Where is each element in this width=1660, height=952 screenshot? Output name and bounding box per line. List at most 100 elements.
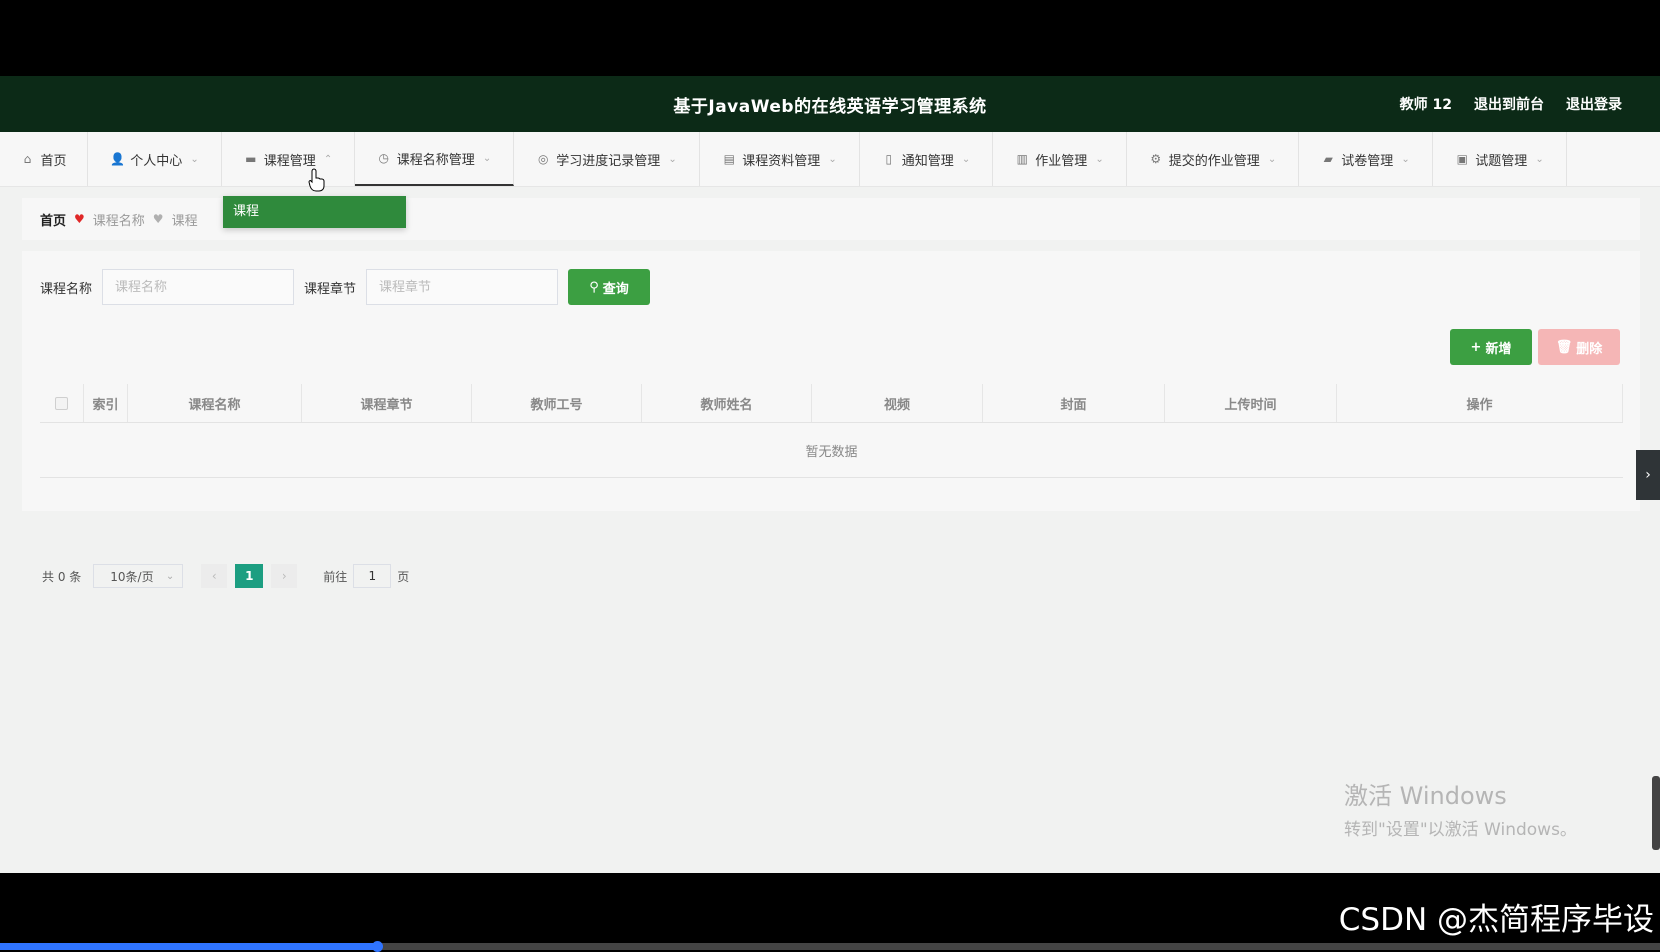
nav-item-course-name[interactable]: ◷ 课程名称管理 ⌄: [355, 132, 514, 186]
logout-link[interactable]: 退出登录: [1566, 94, 1622, 114]
empty-state: 暂无数据: [40, 423, 1623, 478]
course-name-label: 课程名称: [40, 281, 93, 297]
app-page: 基于JavaWeb的在线英语学习管理系统 教师 12 退出到前台 退出登录 ⌂ …: [0, 76, 1660, 873]
next-page-button[interactable]: ›: [271, 564, 298, 588]
chevron-down-icon: ⌄: [190, 153, 199, 165]
column-header[interactable]: 课程章节: [302, 384, 472, 422]
content-card: 课程名称 课程章节 ⚲ 查询 + 新增 🗑 删除 索引 课程名称 课程章节 教师…: [22, 251, 1640, 588]
video-progress-fill: [0, 943, 377, 950]
top-header: 基于JavaWeb的在线英语学习管理系统 教师 12 退出到前台 退出登录: [0, 76, 1660, 132]
chevron-up-icon: ⌃: [323, 153, 333, 165]
side-expand-tab[interactable]: ›: [1636, 450, 1660, 500]
page-size-value: 10条/页: [110, 569, 154, 584]
side-scroll-handle[interactable]: [1652, 776, 1660, 850]
nav-item-materials[interactable]: ▤ 课程资料管理 ⌄: [700, 132, 860, 186]
breadcrumb-item: 课程: [171, 213, 198, 229]
nav-label: 首页: [40, 153, 67, 169]
goto-page-input[interactable]: 1: [353, 564, 392, 588]
search-button-label: 查询: [602, 281, 629, 297]
page-suffix: 页: [397, 569, 410, 584]
plus-icon: +: [1470, 339, 1482, 355]
chevron-down-icon: ⌄: [1095, 153, 1104, 165]
nav-item-notice[interactable]: ▯ 通知管理 ⌄: [860, 132, 993, 186]
search-button[interactable]: ⚲ 查询: [568, 269, 651, 305]
breadcrumb-item[interactable]: 课程名称: [93, 210, 145, 229]
current-user-label: 教师 12: [1399, 97, 1452, 113]
chevron-down-icon: ⌄: [828, 153, 837, 165]
message-icon: ▰: [1323, 152, 1333, 166]
csdn-watermark: CSDN @杰简程序毕设: [1338, 902, 1654, 938]
nav-item-submitted-homework[interactable]: ⚙ 提交的作业管理 ⌄: [1127, 132, 1299, 186]
column-header[interactable]: 教师姓名: [642, 384, 812, 422]
delete-button[interactable]: 🗑 删除: [1538, 329, 1620, 365]
course-chapter-label: 课程章节: [304, 281, 357, 297]
briefcase-icon: ▤: [723, 152, 735, 166]
header-links: 教师 12 退出到前台 退出登录: [1400, 94, 1622, 114]
column-header[interactable]: 封面: [983, 384, 1165, 422]
heart-icon: ♥: [74, 212, 85, 226]
video-progress-handle[interactable]: [371, 941, 383, 952]
nav-label: 提交的作业管理: [1168, 153, 1260, 169]
back-to-front-link[interactable]: 退出到前台: [1474, 94, 1544, 114]
delete-button-label: 删除: [1576, 341, 1603, 357]
total-count: 共 0 条: [42, 569, 82, 584]
chevron-right-icon: ›: [1645, 467, 1651, 483]
nav-label: 学习进度记录管理: [556, 153, 661, 169]
nav-label: 试题管理: [1475, 153, 1528, 169]
course-name-input[interactable]: [102, 269, 295, 305]
watermark-line1: 激活 Windows: [1344, 782, 1507, 810]
nav-label: 课程管理: [263, 153, 316, 169]
chevron-down-icon: ⌄: [1267, 153, 1277, 165]
data-table: 索引 课程名称 课程章节 教师工号 教师姓名 视频 封面 上传时间 操作 暂无数…: [40, 384, 1623, 478]
chevron-down-icon: ⌄: [165, 570, 175, 582]
nav-label: 课程名称管理: [396, 152, 475, 168]
hand-cursor-icon: [308, 168, 325, 192]
breadcrumb-home[interactable]: 首页: [40, 210, 66, 229]
column-header[interactable]: 课程名称: [128, 384, 302, 422]
nav-label: 个人中心: [130, 153, 183, 169]
column-header[interactable]: 教师工号: [472, 384, 642, 422]
search-bar: 课程名称 课程章节 ⚲ 查询: [40, 269, 651, 305]
page-number-current[interactable]: 1: [235, 564, 264, 588]
nav-item-paper[interactable]: ▰ 试卷管理 ⌄: [1299, 132, 1433, 186]
nav-item-home[interactable]: ⌂ 首页: [0, 132, 88, 186]
bell-icon: ▯: [885, 152, 893, 166]
heart-icon: ♥: [152, 212, 164, 226]
page-size-select[interactable]: 10条/页 ⌄: [93, 564, 184, 588]
course-chapter-input[interactable]: [366, 269, 559, 305]
home-icon: ⌂: [23, 152, 32, 166]
nav-item-profile[interactable]: 👤 个人中心 ⌄: [88, 132, 222, 186]
video-progress-bar[interactable]: [0, 941, 1660, 952]
nav-item-progress[interactable]: ◎ 学习进度记录管理 ⌄: [514, 132, 700, 186]
compass-icon: ◎: [538, 152, 549, 166]
select-all-checkbox[interactable]: [55, 396, 68, 410]
column-header[interactable]: 操作: [1337, 384, 1623, 422]
user-icon: 👤: [110, 152, 126, 166]
add-button[interactable]: + 新增: [1450, 329, 1532, 365]
column-header[interactable]: 索引: [84, 384, 128, 422]
column-header[interactable]: 视频: [812, 384, 983, 422]
watermark-line2: 转到"设置"以激活 Windows。: [1344, 820, 1577, 840]
chevron-down-icon: ⌄: [1535, 153, 1544, 165]
nav-label: 作业管理: [1035, 153, 1088, 169]
nav-item-question[interactable]: ▣ 试题管理 ⌄: [1433, 132, 1567, 186]
chevron-down-icon: ⌄: [668, 153, 677, 165]
windows-activation-watermark: 激活 Windows 转到"设置"以激活 Windows。: [1344, 776, 1577, 840]
monitor-icon: ▬: [245, 152, 257, 166]
prev-page-button[interactable]: ‹: [201, 564, 228, 588]
nav-label: 课程资料管理: [742, 153, 821, 169]
chevron-down-icon: ⌄: [961, 153, 971, 165]
settings-icon: ⚙: [1150, 152, 1162, 166]
column-header[interactable]: 上传时间: [1165, 384, 1337, 422]
trash-icon: 🗑: [1555, 339, 1573, 355]
nav-label: 试卷管理: [1341, 153, 1394, 169]
pagination: 共 0 条 10条/页 ⌄ ‹ 1 › 前往 1 页: [42, 564, 409, 588]
add-button-label: 新增: [1485, 341, 1512, 357]
dropdown-item-course[interactable]: 课程: [223, 196, 406, 228]
chevron-down-icon: ⌄: [1401, 153, 1410, 165]
nav-label: 通知管理: [901, 153, 954, 169]
table-header: 索引 课程名称 课程章节 教师工号 教师姓名 视频 封面 上传时间 操作: [40, 384, 1623, 423]
nav-item-course[interactable]: ▬ 课程管理 ⌃: [222, 132, 355, 186]
nav-item-homework[interactable]: ▥ 作业管理 ⌄: [993, 132, 1127, 186]
chevron-down-icon: ⌄: [482, 152, 492, 164]
